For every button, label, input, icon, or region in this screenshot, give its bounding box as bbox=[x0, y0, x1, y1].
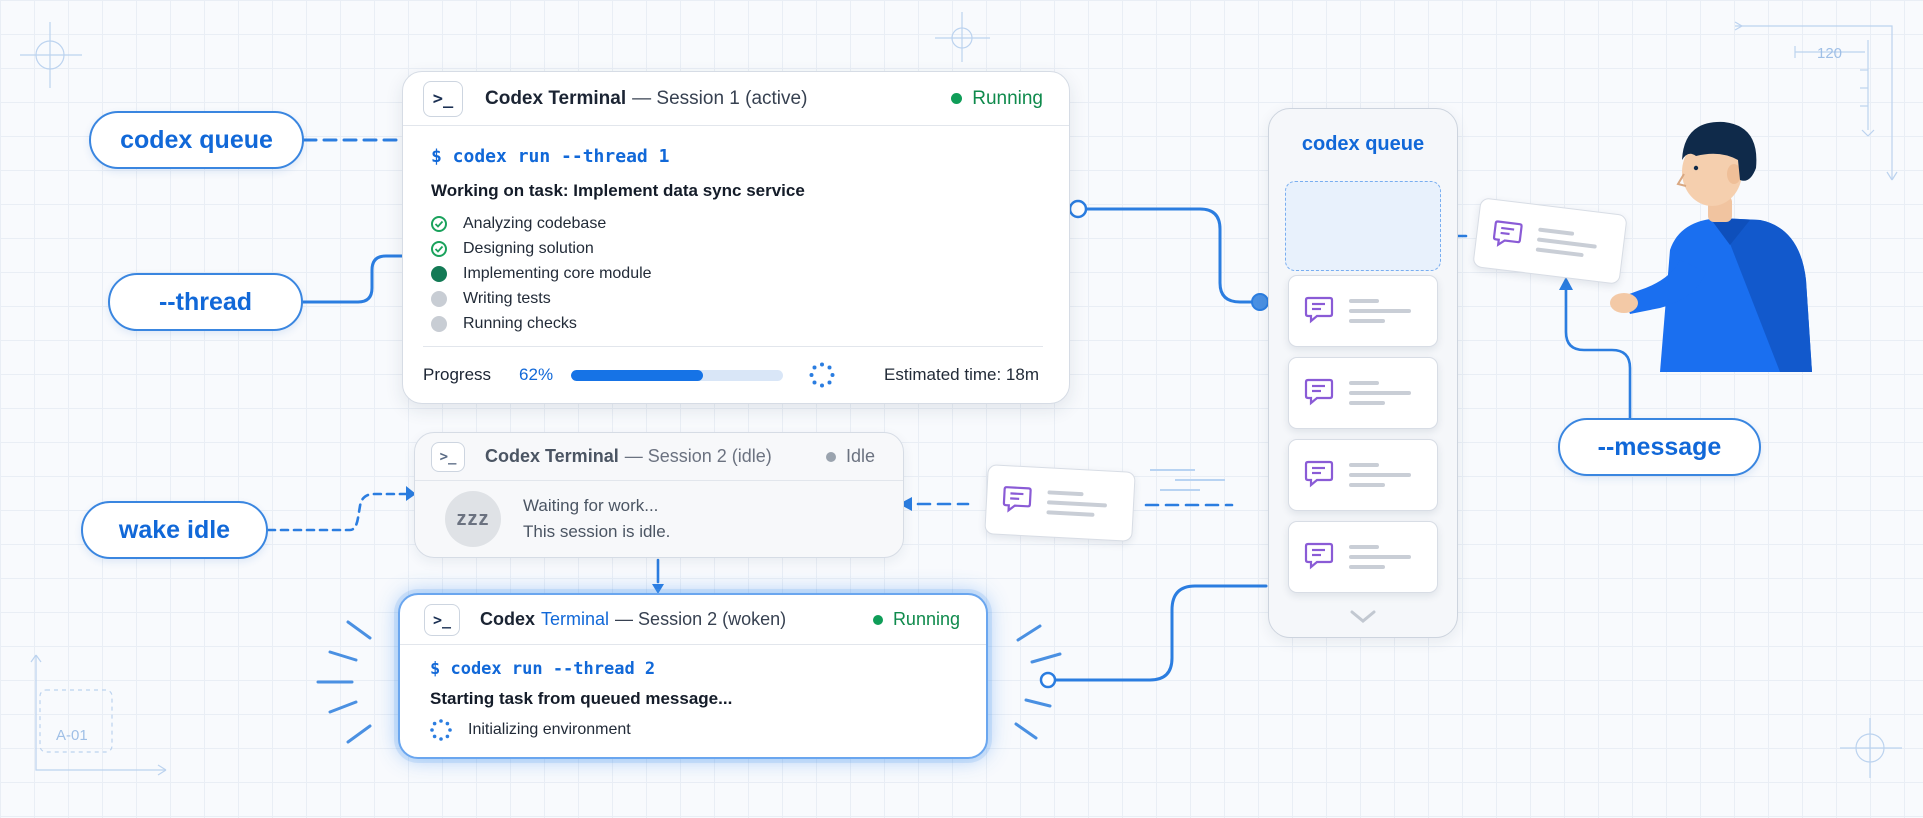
session2-idle-status: Idle bbox=[825, 446, 875, 467]
queue-message-1[interactable] bbox=[1288, 275, 1438, 347]
session1-progress-row: Progress 62% Estimated time: 18m bbox=[423, 362, 1039, 388]
session1-subtitle: — Session 1 (active) bbox=[632, 87, 808, 109]
terminal-icon: >_ bbox=[423, 80, 463, 117]
step-label: Running checks bbox=[463, 314, 577, 332]
sleep-badge: zzz bbox=[445, 491, 501, 547]
step-item: Running checks bbox=[431, 311, 1041, 336]
in-transit-message-card[interactable] bbox=[984, 464, 1136, 542]
session1-command: $ codex run --thread 1 bbox=[431, 146, 670, 167]
check-circle-icon bbox=[431, 215, 447, 232]
session2-command: $ codex run --thread 2 bbox=[430, 659, 656, 679]
step-item: Writing tests bbox=[431, 286, 1041, 311]
thread-label[interactable]: --thread bbox=[108, 273, 303, 331]
session2-idle-title: Codex Terminal bbox=[485, 446, 619, 466]
session1-task: Working on task: Implement data sync ser… bbox=[431, 181, 805, 200]
step-label: Implementing core module bbox=[463, 264, 652, 282]
chat-message-icon bbox=[1303, 375, 1335, 412]
codex-queue-panel: codex queue bbox=[1268, 108, 1458, 638]
spinner-icon bbox=[809, 362, 835, 388]
chat-message-icon bbox=[1000, 481, 1034, 520]
session1-status: Running bbox=[951, 88, 1043, 110]
chat-message-icon bbox=[1489, 215, 1525, 256]
session2-woken-title-terminal: Terminal bbox=[541, 609, 610, 629]
message-label[interactable]: --message bbox=[1558, 418, 1761, 476]
session2-idle-header: >_ Codex Terminal — Session 2 (idle) Idl… bbox=[415, 433, 903, 481]
progress-bar bbox=[571, 369, 784, 381]
session1-title: Codex Terminal bbox=[485, 87, 627, 109]
running-dot-icon bbox=[872, 614, 883, 625]
progress-bar-fill bbox=[571, 369, 703, 381]
chevron-down-icon[interactable] bbox=[1349, 609, 1377, 630]
queue-message-3[interactable] bbox=[1288, 439, 1438, 511]
terminal-icon: >_ bbox=[431, 441, 465, 472]
chat-message-icon bbox=[1303, 539, 1335, 576]
terminal-icon: >_ bbox=[424, 603, 460, 636]
progress-label: Progress bbox=[423, 365, 492, 384]
session2-idle-status-text: Idle bbox=[845, 446, 875, 466]
wake-idle-label[interactable]: wake idle bbox=[81, 501, 268, 559]
queue-message-2[interactable] bbox=[1288, 357, 1438, 429]
step-item: Implementing core module bbox=[431, 261, 1041, 286]
session2-woken-card[interactable]: >_ Codex Terminal — Session 2 (woken) Ru… bbox=[398, 593, 988, 759]
ruler-label: 120 bbox=[1817, 45, 1842, 62]
session2-step: Initializing environment bbox=[468, 721, 631, 738]
running-dot-icon bbox=[951, 93, 963, 104]
session2-idle-card[interactable]: >_ Codex Terminal — Session 2 (idle) Idl… bbox=[414, 432, 904, 558]
step-item: Analyzing codebase bbox=[431, 211, 1041, 236]
check-circle-icon bbox=[431, 240, 447, 257]
step-item: Designing solution bbox=[431, 236, 1041, 261]
chat-message-icon bbox=[1303, 293, 1335, 330]
session1-status-text: Running bbox=[972, 87, 1043, 109]
session1-terminal-card[interactable]: >_ Codex Terminal — Session 1 (active) R… bbox=[402, 71, 1070, 404]
active-dot-icon bbox=[431, 265, 447, 282]
session1-steps: Analyzing codebase Designing solution Im… bbox=[431, 211, 1041, 336]
person-illustration bbox=[1600, 110, 1820, 380]
eta-text: Estimated time: 18m bbox=[884, 365, 1039, 384]
queue-message-4[interactable] bbox=[1288, 521, 1438, 593]
codex-queue-label[interactable]: codex queue bbox=[89, 111, 304, 169]
step-label: Writing tests bbox=[463, 289, 551, 307]
session2-task: Starting task from queued message... bbox=[430, 689, 733, 708]
queue-empty-slot bbox=[1285, 181, 1441, 271]
queue-title: codex queue bbox=[1301, 133, 1425, 155]
session2-woken-status: Running bbox=[872, 609, 960, 630]
corner-tag: A-01 bbox=[56, 727, 88, 744]
idle-dot-icon bbox=[825, 451, 836, 462]
session2-woken-subtitle: — Session 2 (woken) bbox=[615, 609, 787, 629]
session2-woken-status-text: Running bbox=[892, 609, 960, 629]
spinner-icon bbox=[430, 719, 452, 741]
pending-dot-icon bbox=[431, 290, 447, 307]
step-label: Analyzing codebase bbox=[463, 214, 607, 232]
session2-woken-header: >_ Codex Terminal — Session 2 (woken) Ru… bbox=[400, 595, 986, 645]
chat-message-icon bbox=[1303, 457, 1335, 494]
session2-woken-title-codex: Codex bbox=[480, 609, 536, 629]
idle-line-1: Waiting for work... bbox=[523, 496, 659, 515]
session1-header: >_ Codex Terminal — Session 1 (active) R… bbox=[403, 72, 1069, 126]
step-label: Designing solution bbox=[463, 239, 594, 257]
idle-line-2: This session is idle. bbox=[523, 522, 671, 541]
progress-value: 62% bbox=[519, 365, 554, 384]
session2-idle-subtitle: — Session 2 (idle) bbox=[624, 446, 772, 466]
pending-dot-icon bbox=[431, 315, 447, 332]
